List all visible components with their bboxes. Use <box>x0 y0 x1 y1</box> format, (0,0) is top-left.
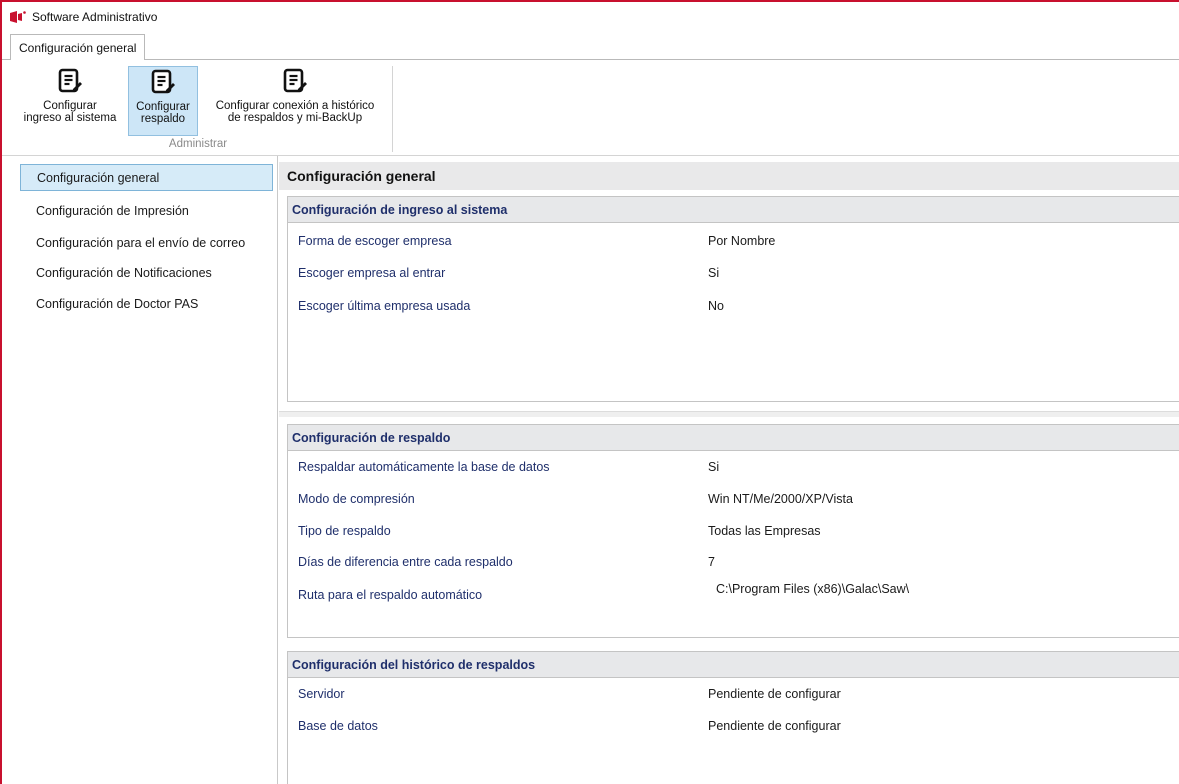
configurar-respaldo-button[interactable]: Configurar respaldo <box>128 66 198 136</box>
setting-row[interactable]: Tipo de respaldo Todas las Empresas <box>288 524 1179 544</box>
ribbon-group-label: Administrar <box>168 138 228 150</box>
configurar-ingreso-label: Configurar ingreso al sistema <box>23 100 117 124</box>
setting-value: Si <box>708 266 720 280</box>
app-window: Software Administrativo Configuración ge… <box>0 0 1179 784</box>
sidebar-item-doctor-pas[interactable]: Configuración de Doctor PAS <box>20 290 273 317</box>
setting-value: Si <box>708 460 720 474</box>
setting-row[interactable]: Servidor Pendiente de configurar <box>288 687 1179 707</box>
setting-value: Pendiente de configurar <box>708 719 841 733</box>
setting-key: Modo de compresión <box>298 492 415 506</box>
main-panel: Configuración general Configuración de i… <box>279 156 1179 784</box>
setting-row[interactable]: Días de diferencia entre cada respaldo 7 <box>288 555 1179 575</box>
setting-value: Por Nombre <box>708 234 776 248</box>
section-ingreso-sistema: Configuración de ingreso al sistema Form… <box>287 196 1179 402</box>
section-title: Configuración de ingreso al sistema <box>288 197 1179 223</box>
setting-row[interactable]: Modo de compresión Win NT/Me/2000/XP/Vis… <box>288 492 1179 512</box>
setting-key: Servidor <box>298 687 345 701</box>
setting-key: Días de diferencia entre cada respaldo <box>298 555 513 569</box>
document-edit-icon <box>151 69 175 94</box>
ribbon: Configurar ingreso al sistema Configurar… <box>2 60 1179 156</box>
setting-key: Respaldar automáticamente la base de dat… <box>298 460 550 474</box>
tab-configuracion-general[interactable]: Configuración general <box>10 34 146 61</box>
window-title: Software Administrativo <box>32 10 158 24</box>
section-historico-respaldos: Configuración del histórico de respaldos… <box>287 651 1179 784</box>
setting-key: Tipo de respaldo <box>298 524 391 538</box>
setting-key: Ruta para el respaldo automático <box>298 588 483 602</box>
configurar-ingreso-button[interactable]: Configurar ingreso al sistema <box>14 66 126 136</box>
setting-row[interactable]: Forma de escoger empresa Por Nombre <box>288 234 1179 254</box>
section-title: Configuración del histórico de respaldos <box>288 652 1179 678</box>
setting-key: Forma de escoger empresa <box>298 234 452 248</box>
setting-key: Escoger última empresa usada <box>298 299 471 313</box>
sidebar-item-configuracion-general[interactable]: Configuración general <box>20 164 273 191</box>
sidebar-item-notificaciones[interactable]: Configuración de Notificaciones <box>20 259 273 286</box>
setting-value: No <box>708 299 724 313</box>
setting-key: Base de datos <box>298 719 378 733</box>
setting-row[interactable]: Escoger última empresa usada No <box>288 299 1179 319</box>
setting-value: C:\Program Files (x86)\Galac\Saw\ <box>716 582 910 596</box>
document-edit-icon <box>283 68 307 93</box>
ribbon-tab-strip: Configuración general <box>2 32 1179 61</box>
configurar-conexion-historico-label: Configurar conexión a histórico de respa… <box>215 100 375 124</box>
setting-value: Win NT/Me/2000/XP/Vista <box>708 492 853 506</box>
configurar-respaldo-label: Configurar respaldo <box>136 101 190 125</box>
sidebar-item-impresion[interactable]: Configuración de Impresión <box>20 197 273 224</box>
configurar-conexion-historico-button[interactable]: Configurar conexión a histórico de respa… <box>200 66 390 136</box>
sidebar: Configuración general Configuración de I… <box>2 156 278 784</box>
setting-value: 7 <box>708 555 715 569</box>
section-title: Configuración de respaldo <box>288 425 1179 451</box>
document-edit-icon <box>58 68 82 93</box>
setting-row[interactable]: Base de datos Pendiente de configurar <box>288 719 1179 739</box>
setting-value: Todas las Empresas <box>708 524 821 538</box>
setting-row[interactable]: Ruta para el respaldo automático C:\Prog… <box>288 582 1179 608</box>
setting-row[interactable]: Escoger empresa al entrar Si <box>288 266 1179 286</box>
setting-key: Escoger empresa al entrar <box>298 266 446 280</box>
page-title: Configuración general <box>279 162 1179 190</box>
app-logo-icon <box>10 11 26 23</box>
section-divider <box>279 411 1179 417</box>
setting-value: Pendiente de configurar <box>708 687 841 701</box>
setting-row[interactable]: Respaldar automáticamente la base de dat… <box>288 460 1179 480</box>
ribbon-group-separator <box>392 66 393 152</box>
title-bar: Software Administrativo <box>2 2 1179 32</box>
section-respaldo: Configuración de respaldo Respaldar auto… <box>287 424 1179 638</box>
sidebar-item-envio-correo[interactable]: Configuración para el envío de correo <box>20 229 273 256</box>
